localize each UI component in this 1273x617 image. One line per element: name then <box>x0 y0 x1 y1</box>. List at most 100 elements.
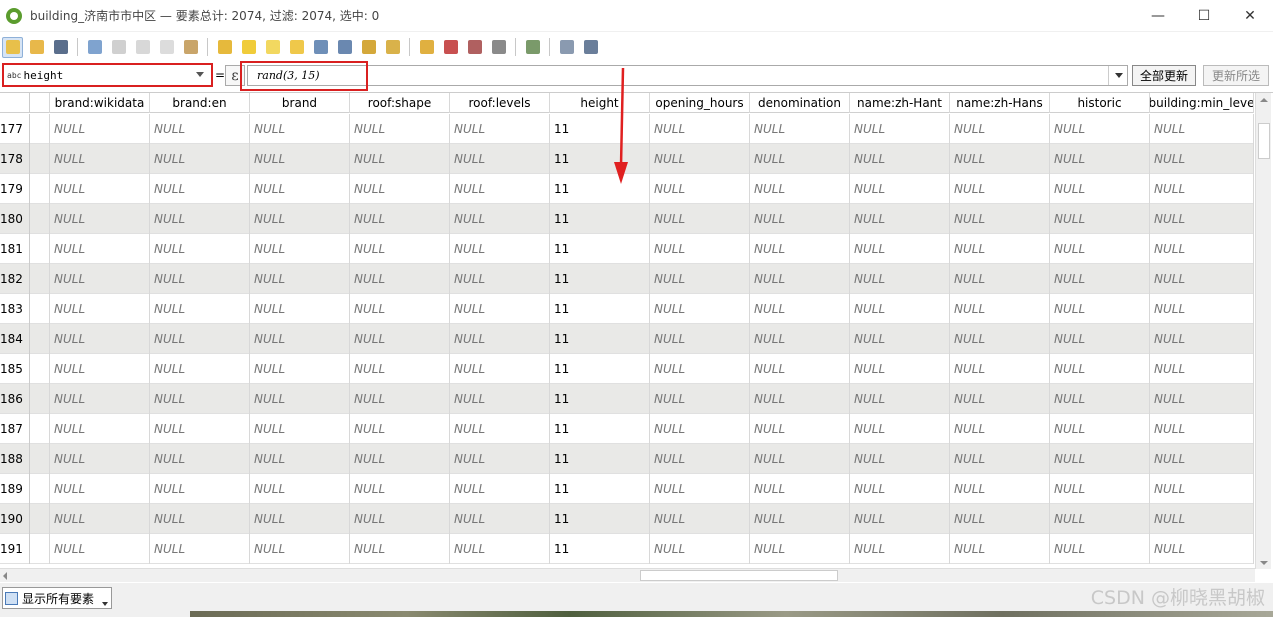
cell-null[interactable]: NULL <box>750 294 850 324</box>
cell-null[interactable]: NULL <box>750 384 850 414</box>
cell-null[interactable]: NULL <box>150 324 250 354</box>
cell-null[interactable]: NULL <box>750 474 850 504</box>
paste-button[interactable] <box>180 37 201 58</box>
cell-null[interactable]: NULL <box>50 264 150 294</box>
update-selected-button[interactable]: 更新所选 <box>1203 65 1269 86</box>
cell-null[interactable]: NULL <box>250 324 350 354</box>
cell-height[interactable]: 11 <box>550 264 650 294</box>
cell-height[interactable]: 11 <box>550 504 650 534</box>
show-all-features-button[interactable]: 显示所有要素 <box>2 587 112 609</box>
cell-null[interactable]: NULL <box>50 354 150 384</box>
cell-null[interactable]: NULL <box>950 384 1050 414</box>
cell-null[interactable]: NULL <box>950 534 1050 564</box>
cell-null[interactable]: NULL <box>1150 264 1254 294</box>
cell-null[interactable]: NULL <box>150 414 250 444</box>
cell-null[interactable]: NULL <box>50 444 150 474</box>
cell-null[interactable]: NULL <box>650 264 750 294</box>
cell-null[interactable]: NULL <box>1050 414 1150 444</box>
cell-null[interactable]: NULL <box>350 324 450 354</box>
vertical-scrollbar[interactable] <box>1255 93 1271 569</box>
cell-null[interactable]: NULL <box>950 234 1050 264</box>
cell-null[interactable]: NULL <box>250 204 350 234</box>
cell-null[interactable]: NULL <box>450 414 550 444</box>
cell-null[interactable]: NULL <box>450 504 550 534</box>
column-header[interactable]: brand:wikidata <box>50 93 150 113</box>
cell-null[interactable]: NULL <box>150 474 250 504</box>
row-number[interactable]: 190 <box>0 504 30 534</box>
cell-null[interactable]: NULL <box>1150 504 1254 534</box>
cell-null[interactable]: NULL <box>250 294 350 324</box>
row-number[interactable]: 188 <box>0 444 30 474</box>
cell-null[interactable]: NULL <box>850 114 950 144</box>
cell-null[interactable]: NULL <box>50 294 150 324</box>
field-select[interactable]: abc height <box>2 63 213 87</box>
cell-null[interactable]: NULL <box>750 534 850 564</box>
cell-null[interactable]: NULL <box>50 384 150 414</box>
cell-null[interactable]: NULL <box>50 234 150 264</box>
cell-null[interactable]: NULL <box>50 474 150 504</box>
cell-null[interactable]: NULL <box>350 354 450 384</box>
toggle-editing-button[interactable] <box>2 36 23 58</box>
cell-null[interactable]: NULL <box>350 294 450 324</box>
row-number-header[interactable] <box>0 93 30 113</box>
cell-null[interactable]: NULL <box>650 204 750 234</box>
scroll-left-icon[interactable] <box>3 572 7 580</box>
delete-feature-button[interactable] <box>108 37 129 58</box>
cell-null[interactable]: NULL <box>850 474 950 504</box>
cell-null[interactable]: NULL <box>1150 354 1254 384</box>
cell-null[interactable]: NULL <box>750 504 850 534</box>
select-all-button[interactable] <box>238 37 259 58</box>
cell-null[interactable]: NULL <box>950 444 1050 474</box>
cell-null[interactable]: NULL <box>50 204 150 234</box>
scroll-up-icon[interactable] <box>1260 98 1268 102</box>
cell-height[interactable]: 11 <box>550 324 650 354</box>
cell-null[interactable]: NULL <box>350 264 450 294</box>
cell-null[interactable]: NULL <box>1050 354 1150 384</box>
cell-null[interactable]: NULL <box>650 444 750 474</box>
cell-null[interactable]: NULL <box>950 294 1050 324</box>
table-row[interactable]: 182 NULL NULL NULL NULL NULL 11 NULL NULL NULL NUL… <box>0 264 1254 294</box>
cell-null[interactable]: NULL <box>450 234 550 264</box>
vertical-scroll-thumb[interactable] <box>1258 123 1270 159</box>
cell-null[interactable]: NULL <box>1150 444 1254 474</box>
close-button[interactable]: ✕ <box>1227 0 1273 32</box>
cell-null[interactable]: NULL <box>850 234 950 264</box>
cell-null[interactable]: NULL <box>150 534 250 564</box>
row-number[interactable]: 178 <box>0 144 30 174</box>
column-header[interactable]: historic <box>1050 93 1150 113</box>
toggle-multi-edit-button[interactable] <box>26 37 47 58</box>
cell-null[interactable]: NULL <box>1150 234 1254 264</box>
copy-button[interactable] <box>156 37 177 58</box>
organize-columns-button[interactable] <box>464 37 485 58</box>
table-row[interactable]: 187 NULL NULL NULL NULL NULL 11 NULL NULL NULL NUL… <box>0 414 1254 444</box>
cut-button[interactable] <box>132 37 153 58</box>
cell-null[interactable]: NULL <box>1150 534 1254 564</box>
cell-height[interactable]: 11 <box>550 444 650 474</box>
cell-null[interactable]: NULL <box>150 444 250 474</box>
column-header[interactable]: denomination <box>750 93 850 113</box>
table-row[interactable]: 190 NULL NULL NULL NULL NULL 11 NULL NULL NULL NUL… <box>0 504 1254 534</box>
update-all-button[interactable]: 全部更新 <box>1132 65 1196 86</box>
cell-null[interactable]: NULL <box>250 144 350 174</box>
cell-height[interactable]: 11 <box>550 204 650 234</box>
actions-button[interactable] <box>580 37 601 58</box>
cell-null[interactable]: NULL <box>950 114 1050 144</box>
cell-null[interactable]: NULL <box>950 264 1050 294</box>
cell-null[interactable]: NULL <box>1150 474 1254 504</box>
cell-null[interactable]: NULL <box>150 144 250 174</box>
cell-null[interactable]: NULL <box>750 324 850 354</box>
cell-null[interactable]: NULL <box>50 324 150 354</box>
table-row[interactable]: 191 NULL NULL NULL NULL NULL 11 NULL NULL NULL NUL… <box>0 534 1254 564</box>
row-number[interactable]: 191 <box>0 534 30 564</box>
row-number[interactable]: 187 <box>0 414 30 444</box>
cell-null[interactable]: NULL <box>450 264 550 294</box>
column-header[interactable]: name:zh-Hans <box>950 93 1050 113</box>
cell-null[interactable]: NULL <box>150 174 250 204</box>
cell-null[interactable]: NULL <box>350 474 450 504</box>
cell-null[interactable]: NULL <box>850 384 950 414</box>
cell-null[interactable]: NULL <box>50 414 150 444</box>
cell-null[interactable]: NULL <box>1050 534 1150 564</box>
cell-null[interactable]: NULL <box>750 264 850 294</box>
column-header[interactable]: brand <box>250 93 350 113</box>
cell-null[interactable]: NULL <box>350 204 450 234</box>
